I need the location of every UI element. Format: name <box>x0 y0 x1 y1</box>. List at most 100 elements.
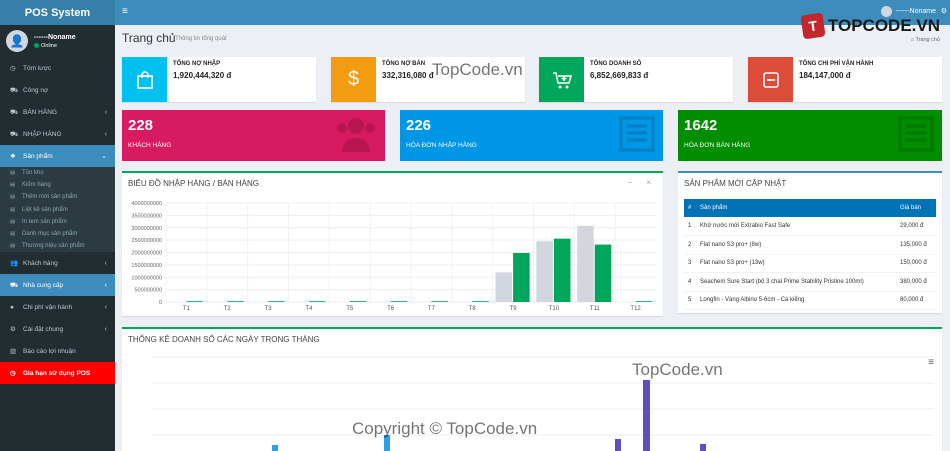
bar-chart: 4000000000 3500000000 3000000000 2500000000… <box>131 201 656 312</box>
avatar: 👤 <box>6 30 28 52</box>
sidebar-item-products[interactable]: ❖ Sản phẩm ⌄ <box>0 145 115 167</box>
chevron-down-icon: ⌄ <box>101 153 107 160</box>
list-icon: ▤ <box>10 243 16 250</box>
users-icon: 👥 <box>10 260 19 268</box>
list-icon: ▤ <box>10 182 16 189</box>
chevron-left-icon: ‹ <box>104 281 107 289</box>
cart-icon: ⛟ <box>10 108 19 116</box>
sidebar-item-import[interactable]: ⛟ NHẬP HÀNG ‹ <box>0 123 115 145</box>
products-panel: SẢN PHẨM MỚI CẬP NHẬT # Sản phẩm Giá bán… <box>678 171 942 313</box>
sidebar-item-operating-costs[interactable]: ● Chi phí vận hành ‹ <box>0 296 115 318</box>
y-tick-label: 500000000 <box>134 288 162 294</box>
submenu-item-print-labels[interactable]: ▤ In tem sản phẩm <box>0 216 115 228</box>
chart-icon: ▥ <box>10 348 17 356</box>
clock-icon: ◷ <box>10 370 16 378</box>
y-tick-label: 4000000000 <box>131 201 162 207</box>
sidebar-item-settings[interactable]: ⚙ Cài đặt chung ‹ <box>0 318 115 340</box>
info-box-import-debt: TỔNG NỢ NHẬP 1,920,444,320 đ <box>122 57 316 102</box>
y-tick-label: 3500000000 <box>131 213 162 219</box>
brand-logo[interactable]: POS System <box>0 0 115 25</box>
sidebar-item-sales[interactable]: ⛟ BÁN HÀNG ‹ <box>0 101 115 123</box>
submenu-item-stock[interactable]: ▤ Tồn kho <box>0 167 115 179</box>
bar <box>594 244 612 302</box>
bar <box>472 301 489 302</box>
logo-mark-icon: T <box>800 12 826 40</box>
watermark-text: TopCode.vn <box>632 360 723 379</box>
sidebar-item-overview[interactable]: ◷ Tóm lược <box>0 57 115 79</box>
y-tick-label: 1000000000 <box>131 275 162 281</box>
minus-square-icon <box>748 57 793 102</box>
sidebar-item-profit-report[interactable]: ▥ Báo cáo lợi nhuận <box>0 340 115 362</box>
x-tick-label: T4 <box>305 306 313 312</box>
cart-icon: ⛟ <box>10 86 19 94</box>
cubes-icon: ❖ <box>10 153 16 160</box>
x-tick-label: T5 <box>346 306 354 312</box>
table-row[interactable]: 3 Flat nano S3 pro+ (13w) 150,000 đ <box>684 254 936 273</box>
cart-plus-icon <box>539 57 584 102</box>
newspaper-icon <box>896 114 936 161</box>
table-row[interactable]: 4 Seachem Sure Start (bộ 3 chai Prime Sta… <box>684 272 936 292</box>
bar <box>431 301 448 302</box>
chevron-left-icon: ‹ <box>104 108 107 116</box>
dashboard-icon: ◷ <box>10 65 16 72</box>
x-tick-label: T10 <box>549 306 560 312</box>
small-box-import-invoices[interactable]: 226 HÓA ĐƠN NHẬP HÀNG <box>400 110 663 161</box>
submenu-item-list-products[interactable]: ▤ Liệt kê sản phẩm <box>0 204 115 216</box>
info-box-total-revenue: TỔNG DOANH SỐ 6,852,669,833 đ <box>539 57 733 102</box>
submenu-item-add-product[interactable]: ▤ Thêm mới sản phẩm <box>0 191 115 203</box>
bar <box>186 301 203 302</box>
sidebar: POS System 👤 ------Noname Online ◷ Tóm lư… <box>0 0 115 451</box>
dollar-icon: ● <box>10 303 14 311</box>
watermark-text: TopCode.vn <box>432 60 523 79</box>
list-icon: ▤ <box>10 218 16 225</box>
chart-panel: BIỂU ĐỒ NHẬP HÀNG / BÁN HÀNG − × 4000000… <box>122 171 663 316</box>
products-table: # Sản phẩm Giá bán 1 Khử nước mới Extrabi… <box>684 199 936 310</box>
y-tick-label: 2500000000 <box>131 238 162 244</box>
bar <box>349 301 367 302</box>
list-icon: ▤ <box>10 231 16 238</box>
products-title: SẢN PHẨM MỚI CẬP NHẬT <box>684 179 787 188</box>
topcode-logo: T TOPCODE.VN <box>800 10 940 42</box>
sidebar-item-debt[interactable]: ⛟ Công nợ <box>0 79 115 101</box>
submenu-item-brands[interactable]: ▤ Thương hiệu sản phẩm <box>0 240 115 252</box>
sidebar-item-customers[interactable]: 👥 Khách hàng ‹ <box>0 252 115 274</box>
y-tick-label: 0 <box>159 300 162 306</box>
x-tick-label: T9 <box>510 306 518 312</box>
hamburger-icon[interactable]: ≡ <box>122 6 128 17</box>
x-tick-label: T11 <box>590 306 601 312</box>
chevron-left-icon: ‹ <box>104 130 107 138</box>
bar <box>513 252 530 302</box>
chevron-left-icon: ‹ <box>104 259 107 267</box>
bar <box>390 301 408 302</box>
sidebar-item-renew-pos[interactable]: ◷ Gia hạn sử dụng POS <box>0 362 115 385</box>
daily-bar <box>700 444 706 451</box>
bar <box>553 238 571 302</box>
list-icon: ▤ <box>10 194 16 201</box>
bar <box>536 241 553 302</box>
x-tick-label: T1 <box>183 306 191 312</box>
y-tick-label: 2000000000 <box>131 251 162 257</box>
cart-icon: ⛟ <box>10 130 19 138</box>
table-row[interactable]: 2 Flat nano S3 pro+ (8w) 135,000 đ <box>684 235 936 255</box>
bar <box>495 272 513 302</box>
table-row[interactable]: 5 Longfin - Vàng Albino 5-6cm - Cá kiểng 8… <box>684 291 936 310</box>
page-title: Trang chủ <box>122 31 176 45</box>
submenu-item-categories[interactable]: ▤ Danh mục sản phẩm <box>0 228 115 240</box>
sidebar-item-suppliers[interactable]: ⛟ Nhà cung cấp ‹ <box>0 274 115 297</box>
user-name: ------Noname <box>34 33 76 41</box>
bar <box>308 301 326 302</box>
small-box-customers[interactable]: 228 KHÁCH HÀNG <box>122 110 385 161</box>
gears-icon[interactable]: ⚙ <box>941 7 947 15</box>
products-submenu: ▤ Tồn kho ▤ Kiểm hàng ▤ Thêm mới sản phẩm ▤… <box>0 167 115 253</box>
list-icon: ▤ <box>10 206 16 213</box>
watermark-text: Copyright © TopCode.vn <box>352 419 538 438</box>
x-tick-label: T2 <box>224 306 232 312</box>
user-panel: 👤 ------Noname Online <box>0 25 115 57</box>
table-row[interactable]: 1 Khử nước mới Extrabio Fast Safe 29,000 đ <box>684 217 936 236</box>
submenu-item-inventory-check[interactable]: ▤ Kiểm hàng <box>0 179 115 191</box>
bar <box>577 225 594 302</box>
cogs-icon: ⚙ <box>10 326 16 334</box>
bar <box>635 301 653 302</box>
small-box-sales-invoices[interactable]: 1642 HÓA ĐƠN BÁN HÀNG <box>678 110 942 161</box>
truck-icon: ⛟ <box>10 281 19 289</box>
